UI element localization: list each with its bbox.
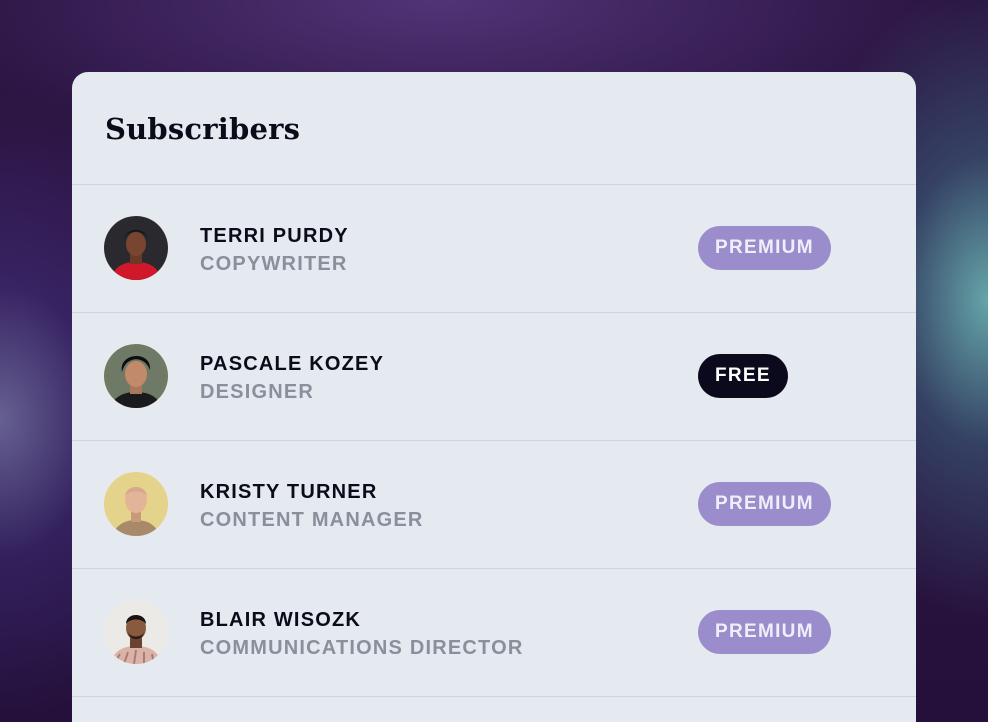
plan-badge: PREMIUM (698, 482, 831, 526)
subscriber-name: TERRI PURDY (200, 225, 349, 247)
avatar (104, 216, 168, 280)
subscriber-info: KRISTY TURNER CONTENT MANAGER (200, 480, 424, 532)
plan-badge: FREE (698, 354, 788, 398)
subscriber-row[interactable]: PASCALE KOZEY DESIGNER FREE (72, 313, 916, 441)
subscriber-row[interactable]: KRISTY TURNER CONTENT MANAGER PREMIUM (72, 441, 916, 569)
subscriber-name: BLAIR WISOZK (200, 609, 362, 631)
card-header: Subscribers (72, 72, 916, 185)
avatar (104, 472, 168, 536)
subscriber-name: PASCALE KOZEY (200, 353, 385, 375)
subscriber-role: COPYWRITER (200, 253, 348, 275)
subscriber-name: KRISTY TURNER (200, 481, 378, 503)
plan-badge: PREMIUM (698, 226, 831, 270)
subscriber-role: COMMUNICATIONS DIRECTOR (200, 637, 524, 659)
subscriber-info: BLAIR WISOZK COMMUNICATIONS DIRECTOR (200, 608, 524, 660)
subscriber-list: TERRI PURDY COPYWRITER PREMIUM PASCALE K… (72, 185, 916, 697)
subscribers-card: Subscribers TERRI PURDY COPYWRITER PREMI… (72, 72, 916, 722)
subscriber-role: CONTENT MANAGER (200, 509, 424, 531)
subscriber-role: DESIGNER (200, 381, 315, 403)
subscriber-row[interactable]: TERRI PURDY COPYWRITER PREMIUM (72, 185, 916, 313)
avatar (104, 344, 168, 408)
plan-badge: PREMIUM (698, 610, 831, 654)
subscriber-row[interactable]: BLAIR WISOZK COMMUNICATIONS DIRECTOR PRE… (72, 569, 916, 697)
subscriber-info: TERRI PURDY COPYWRITER (200, 224, 349, 276)
subscriber-info: PASCALE KOZEY DESIGNER (200, 352, 384, 404)
avatar (104, 600, 168, 664)
card-title: Subscribers (105, 112, 301, 146)
